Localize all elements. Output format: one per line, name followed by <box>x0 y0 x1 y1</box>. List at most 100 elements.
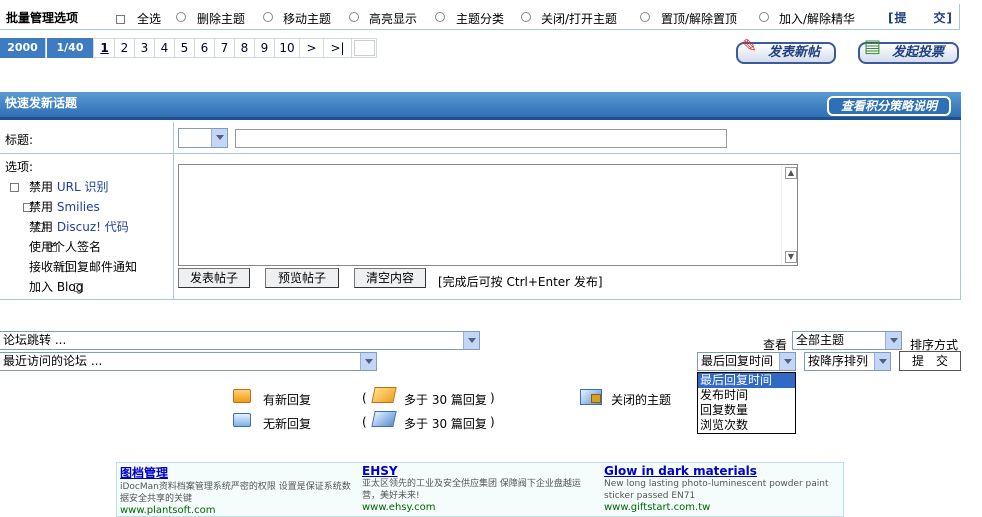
batch-title: 批量管理选项 <box>6 11 79 25</box>
radio-close-open[interactable] <box>521 12 531 22</box>
radio-delete[interactable] <box>176 12 186 22</box>
scroll-up-icon[interactable]: ▲ <box>785 167 797 179</box>
forum-jump-select[interactable]: 论坛跳转 ... <box>0 331 480 350</box>
pager-page-current: 1 <box>95 38 115 58</box>
new-poll-label: 发起投票 <box>892 45 945 60</box>
chevron-down-icon <box>211 129 227 147</box>
option-label-url: 禁用 URL 识别 <box>29 178 108 195</box>
option-prefix: 禁用 <box>29 180 57 194</box>
quick-post-header: 快速发新话题 查看积分策略说明 <box>0 92 961 120</box>
subject-type-select[interactable] <box>178 128 228 148</box>
lock-icon <box>591 394 601 403</box>
ad-title[interactable]: EHSY <box>362 464 598 478</box>
option-label-blog: 加入 Blog <box>29 280 84 294</box>
ad-text: 亚太区领先的工业及安全供应集团 保障阀下企业盘越运营，美好未来! <box>362 479 581 501</box>
subject-input[interactable] <box>235 129 727 148</box>
option-move: 移动主题 <box>283 12 332 26</box>
radio-digest[interactable] <box>759 12 769 22</box>
chevron-down-icon <box>360 353 376 370</box>
scroll-down-icon[interactable]: ▼ <box>785 251 797 263</box>
nav-submit-button[interactable]: 提 交 <box>899 351 961 371</box>
ad-url[interactable]: www.ehsy.com <box>362 502 598 513</box>
policy-button[interactable]: 查看积分策略说明 <box>827 96 951 116</box>
new-post-icon: ✎ <box>742 36 758 57</box>
radio-category[interactable] <box>435 12 445 22</box>
sort-option[interactable]: 发布时间 <box>698 388 795 403</box>
clear-content-button[interactable]: 清空内容 <box>354 268 426 288</box>
option-checkbox-url[interactable] <box>10 183 19 192</box>
new-post-label: 发表新帖 <box>768 45 821 60</box>
radio-highlight[interactable] <box>349 12 359 22</box>
legend-paren-close: ) <box>490 391 495 405</box>
radio-move[interactable] <box>263 12 273 22</box>
policy-label: 查看积分策略说明 <box>840 99 937 113</box>
ad-item[interactable]: EHSY 亚太区领先的工业及安全供应集团 保障阀下企业盘越运营，美好未来! ww… <box>362 464 598 513</box>
legend-hot-old: 多于 30 篇回复 <box>404 417 487 431</box>
ad-url[interactable]: www.giftstart.com.tw <box>604 502 840 513</box>
pager-page[interactable]: 5 <box>175 38 195 58</box>
legend-paren-close: ) <box>490 415 495 429</box>
pager-total: 2000 <box>0 38 46 58</box>
option-label-email: 接收新回复邮件通知 <box>29 260 138 274</box>
pager-page[interactable]: 4 <box>155 38 175 58</box>
quick-post-title: 快速发新话题 <box>5 96 78 110</box>
sort-option[interactable]: 浏览次数 <box>698 418 795 433</box>
sort-option[interactable]: 回复数量 <box>698 403 795 418</box>
sort-field-select[interactable]: 最后回复时间 <box>697 352 796 371</box>
chevron-down-icon <box>463 332 479 349</box>
options-label: 选项: <box>5 160 34 174</box>
option-link[interactable]: Discuz! 代码 <box>57 220 129 234</box>
pager-position: 1/40 <box>47 38 94 58</box>
recent-forum-value: 最近访问的论坛 ... <box>3 354 103 368</box>
submit-post-button[interactable]: 发表帖子 <box>178 268 250 288</box>
pager-page[interactable]: 6 <box>195 38 215 58</box>
chevron-down-icon <box>779 353 795 370</box>
new-poll-button[interactable]: ▤ 发起投票 <box>858 38 959 64</box>
new-post-button[interactable]: ✎ 发表新帖 <box>736 38 836 64</box>
legend-closed: 关闭的主题 <box>611 393 672 407</box>
ad-item[interactable]: Glow in dark materials New long lasting … <box>604 464 840 513</box>
ad-title[interactable]: 图档管理 <box>120 464 356 481</box>
pager-last[interactable]: >| <box>324 38 352 58</box>
select-all-checkbox[interactable] <box>116 15 125 24</box>
textarea-scrollbar[interactable]: ▲ ▼ <box>781 165 797 265</box>
sort-order-select[interactable]: 按降序排列 <box>804 352 891 371</box>
option-highlight: 高亮显示 <box>369 12 418 26</box>
preview-post-button[interactable]: 预览帖子 <box>265 268 339 288</box>
pager-page[interactable]: 3 <box>135 38 155 58</box>
recent-forum-select[interactable]: 最近访问的论坛 ... <box>0 352 377 371</box>
sort-option[interactable]: 最后回复时间 <box>698 373 795 388</box>
radio-sticky[interactable] <box>640 12 650 22</box>
hot-new-folder-icon <box>371 387 397 403</box>
hot-old-folder-icon <box>371 411 397 427</box>
batch-bar: 批量管理选项 全选 删除主题 移动主题 高亮显示 主题分类 关闭/打开主题 置顶… <box>0 4 960 30</box>
option-link[interactable]: URL 识别 <box>57 180 109 194</box>
ad-url[interactable]: www.plantsoft.com <box>120 505 356 516</box>
view-select[interactable]: 全部主题 <box>792 331 902 350</box>
option-link[interactable]: Smilies <box>57 200 100 214</box>
view-value: 全部主题 <box>796 333 845 347</box>
pager-jump-input[interactable] <box>354 40 375 56</box>
pager-page[interactable]: 7 <box>215 38 235 58</box>
pager-page[interactable]: 9 <box>255 38 275 58</box>
ad-title[interactable]: Glow in dark materials <box>604 464 840 478</box>
pager-page[interactable]: 10 <box>275 38 300 58</box>
legend-hot-new: 多于 30 篇回复 <box>404 393 487 407</box>
pager-next[interactable]: > <box>300 38 324 58</box>
pager-page[interactable]: 8 <box>235 38 255 58</box>
sort-dropdown-list: 最后回复时间 发布时间 回复数量 浏览次数 <box>697 372 796 434</box>
pager-page[interactable]: 2 <box>115 38 135 58</box>
chevron-down-icon <box>885 332 901 349</box>
new-poll-icon: ▤ <box>864 36 882 57</box>
batch-submit-link[interactable]: [提 交] <box>888 9 953 26</box>
option-label-signature: 使用个人签名 <box>29 240 102 254</box>
option-digest: 加入/解除精华 <box>779 12 856 26</box>
select-all-label: 全选 <box>137 12 162 26</box>
option-category: 主题分类 <box>456 12 505 26</box>
message-textarea[interactable]: ▲ ▼ <box>178 164 798 266</box>
option-delete: 删除主题 <box>197 12 246 26</box>
subject-row-divider <box>0 153 961 154</box>
label-column-divider <box>173 122 174 300</box>
ad-item[interactable]: 图档管理 iDocMan资料档案管理系统严密的权限 设置是保证系统数据安全共享的… <box>120 464 356 516</box>
legend-paren-open: ( <box>362 391 367 405</box>
